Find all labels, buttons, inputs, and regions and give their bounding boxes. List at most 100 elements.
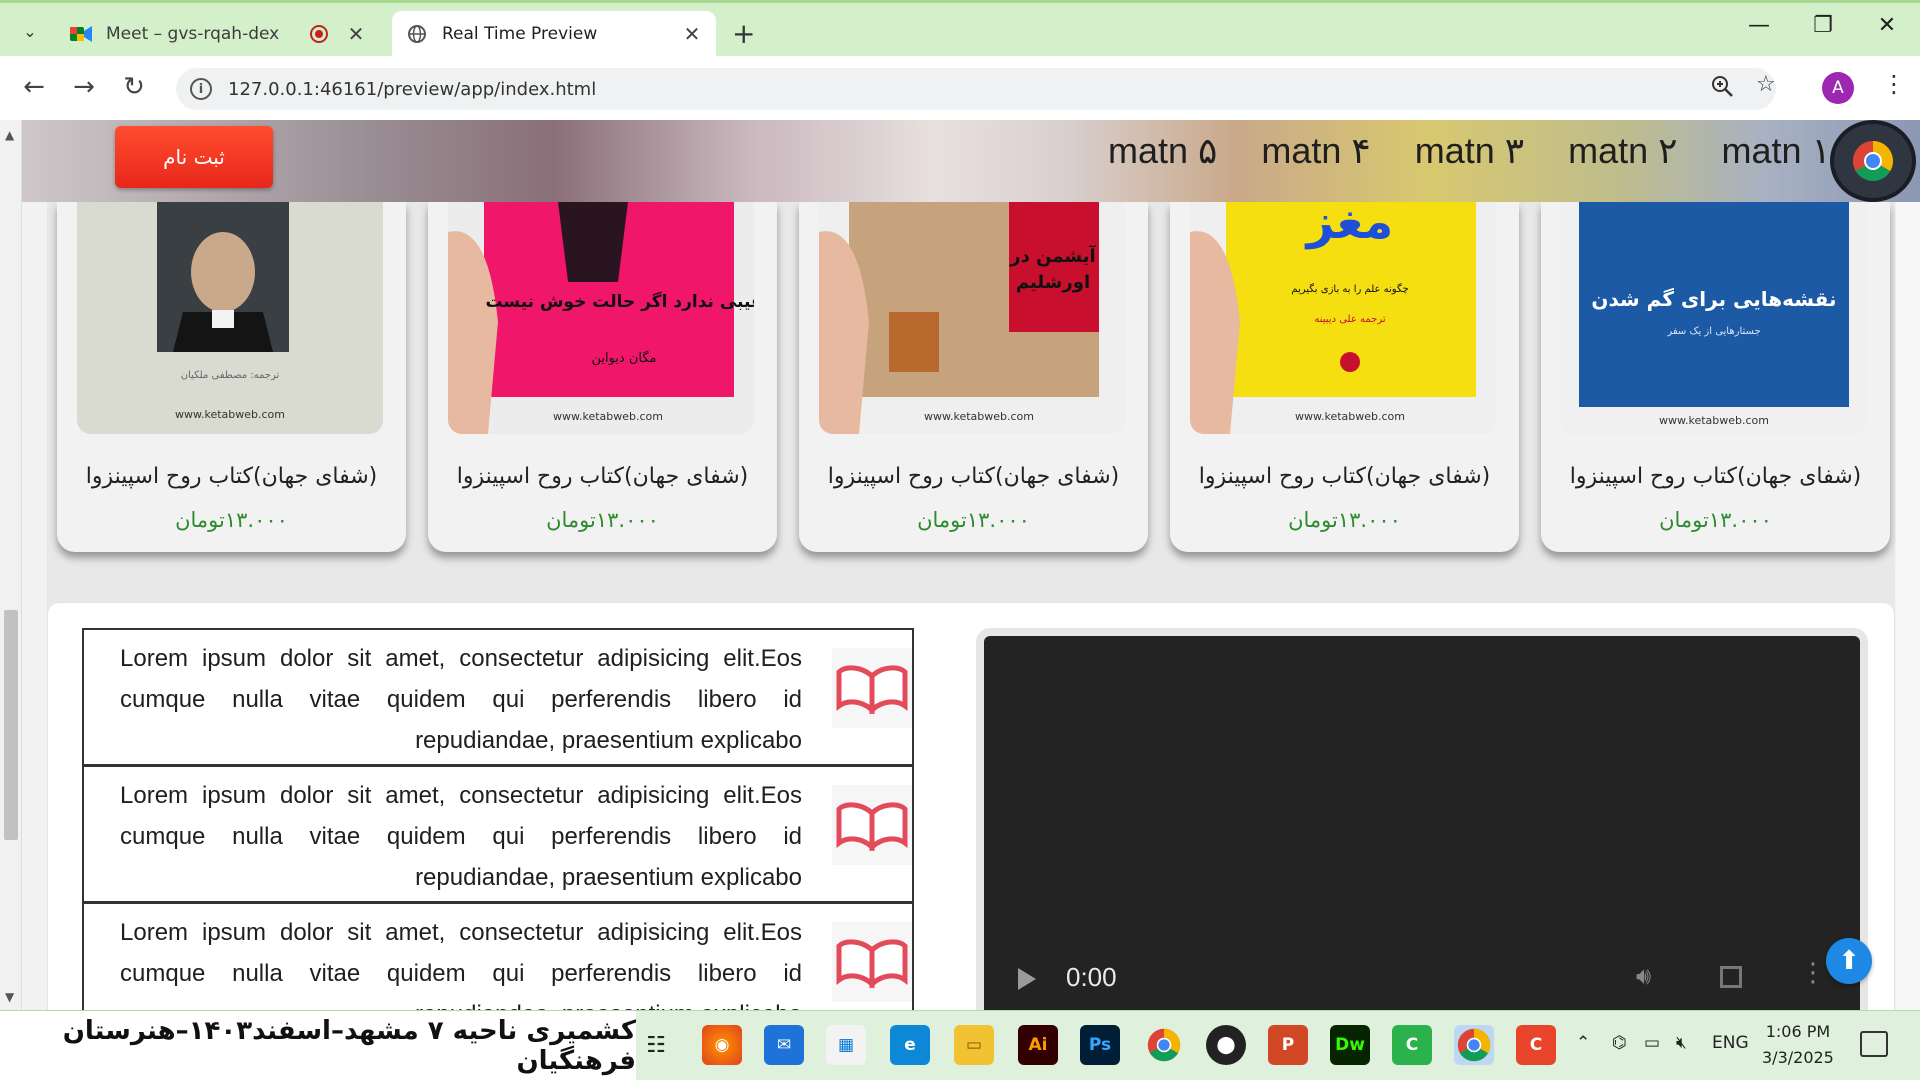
network-icon[interactable]: ⌬: [1612, 1033, 1627, 1053]
restore-icon[interactable]: ❐: [1798, 13, 1848, 38]
book-title: (شفای جهان)کتاب روح اسپینزوا: [456, 464, 749, 489]
tab-title: Real Time Preview: [442, 24, 598, 44]
book-cover: عیبی ندارد اگر حالت خوش نیست مگان دیواین…: [448, 202, 754, 434]
caption-banner: کشمیری ناحیه ۷ مشهد–اسفند۱۴۰۳–هنرستان فر…: [0, 1011, 636, 1080]
new-tab-button[interactable]: +: [732, 17, 755, 50]
menu-item-4[interactable]: matn ۴: [1261, 130, 1370, 172]
clock-date: 3/3/2025: [1762, 1048, 1834, 1067]
scroll-to-top-button[interactable]: ⬆: [1826, 938, 1872, 984]
book-card[interactable]: ترجمه: مصطفی ملکیان www.ketabweb.com (شف…: [57, 202, 406, 552]
site-header: ثبت نام matn ۵ matn ۴ matn ۳ matn ۲ matn…: [22, 120, 1920, 202]
scroll-down-icon[interactable]: ▼: [5, 990, 14, 1004]
zoom-icon[interactable]: [1710, 74, 1734, 104]
book-price: ۱۳.۰۰۰تومان: [917, 508, 1030, 532]
tray-chevron-icon[interactable]: ⌃: [1576, 1033, 1590, 1053]
fullscreen-icon[interactable]: [1720, 966, 1742, 988]
reload-icon[interactable]: ↻: [118, 72, 150, 102]
volume-icon[interactable]: 🔊︎: [1636, 962, 1651, 990]
browser-tab-bar: ⌄ Meet – gvs-rqah-dex ✕ Real Time Previe…: [0, 0, 1920, 57]
clock-time: 1:06 PM: [1765, 1022, 1831, 1041]
browser-menu-icon[interactable]: ⋮: [1882, 70, 1906, 98]
battery-icon[interactable]: ▭: [1644, 1033, 1660, 1053]
illustrator-icon[interactable]: Ai: [1018, 1025, 1058, 1065]
list-item-text: Lorem ipsum dolor sit amet, consectetur …: [120, 782, 802, 891]
page-viewport: ▲ ▼ ترجمه: مصطفی ملکیان www.ketabweb.com…: [0, 120, 1920, 1010]
svg-text:www.ketabweb.com: www.ketabweb.com: [1659, 414, 1769, 427]
video-player[interactable]: 0:00 🔊︎ ⋮: [976, 628, 1868, 1010]
language-indicator[interactable]: ENG: [1712, 1033, 1749, 1053]
mail-icon[interactable]: ✉: [764, 1025, 804, 1065]
dreamweaver-icon[interactable]: Dw: [1330, 1025, 1370, 1065]
tab-real-time-preview[interactable]: Real Time Preview ✕: [392, 11, 716, 57]
minimize-icon[interactable]: —: [1734, 13, 1784, 38]
book-card[interactable]: نقشه‌هایی برای گم شدن جستارهایی از یک سف…: [1541, 202, 1890, 552]
book-card[interactable]: مغز چگونه علم را به بازی بگیریم ترجمه عل…: [1170, 202, 1519, 552]
book-price: ۱۳.۰۰۰تومان: [1659, 508, 1772, 532]
forward-icon[interactable]: →: [68, 72, 100, 102]
book-card[interactable]: آیشمن در اورشلیم www.ketabweb.com (شفای …: [799, 202, 1148, 552]
side-panel-edge: [1896, 120, 1920, 1010]
scrollbar-thumb[interactable]: [4, 610, 18, 840]
windows-taskbar: کشمیری ناحیه ۷ مشهد–اسفند۱۴۰۳–هنرستان فر…: [0, 1010, 1920, 1080]
close-tab-icon[interactable]: ✕: [346, 22, 366, 46]
book-title: (شفای جهان)کتاب روح اسپینزوا: [1569, 464, 1862, 489]
svg-text:آیشمن در: آیشمن در: [1009, 244, 1096, 267]
svg-text:اورشلیم: اورشلیم: [1016, 272, 1090, 293]
book-card[interactable]: عیبی ندارد اگر حالت خوش نیست مگان دیواین…: [428, 202, 777, 552]
powerpoint-icon[interactable]: P: [1268, 1025, 1308, 1065]
scroll-up-icon[interactable]: ▲: [5, 128, 14, 142]
firefox-icon[interactable]: ◉: [702, 1025, 742, 1065]
menu-item-5[interactable]: matn ۵: [1108, 130, 1217, 172]
main-menu: matn ۵ matn ۴ matn ۳ matn ۲ matn ۱: [1086, 130, 1853, 172]
globe-icon: [406, 23, 428, 45]
video-more-icon[interactable]: ⋮: [1800, 958, 1826, 988]
signup-button[interactable]: ثبت نام: [115, 126, 273, 188]
svg-text:ترجمه: مصطفی ملکیان: ترجمه: مصطفی ملکیان: [181, 370, 280, 381]
list-item-text: Lorem ipsum dolor sit amet, consectetur …: [120, 645, 802, 754]
store-icon[interactable]: ▦: [826, 1025, 866, 1065]
chrome-logo-icon[interactable]: [1830, 120, 1916, 202]
svg-text:www.ketabweb.com: www.ketabweb.com: [924, 410, 1034, 423]
video-time: 0:00: [1066, 962, 1117, 992]
book-title: (شفای جهان)کتاب روح اسپینزوا: [827, 464, 1120, 489]
book-cover: نقشه‌هایی برای گم شدن جستارهایی از یک سف…: [1561, 202, 1867, 434]
tab-meet[interactable]: Meet – gvs-rqah-dex ✕: [56, 11, 380, 57]
system-clock[interactable]: 1:06 PM 3/3/2025: [1762, 1019, 1834, 1071]
notification-center-icon[interactable]: [1860, 1031, 1888, 1057]
recording-indicator-icon: [310, 25, 328, 43]
menu-item-3[interactable]: matn ۳: [1415, 130, 1524, 172]
menu-item-1[interactable]: matn ۱: [1722, 130, 1831, 172]
close-tab-icon[interactable]: ✕: [682, 22, 702, 46]
bookmark-star-icon[interactable]: ☆: [1756, 72, 1776, 97]
volume-muted-icon[interactable]: 🔇︎: [1676, 1033, 1687, 1053]
file-explorer-icon[interactable]: ▭: [954, 1025, 994, 1065]
site-info-icon[interactable]: i: [190, 78, 212, 100]
book-cover: ترجمه: مصطفی ملکیان www.ketabweb.com: [77, 202, 383, 434]
chrome-icon[interactable]: [1144, 1025, 1184, 1065]
back-icon[interactable]: ←: [18, 72, 50, 102]
book-cover: مغز چگونه علم را به بازی بگیریم ترجمه عل…: [1190, 202, 1496, 434]
address-bar[interactable]: i 127.0.0.1:46161/preview/app/index.html: [176, 68, 1776, 110]
photoshop-icon[interactable]: Ps: [1080, 1025, 1120, 1065]
maps-pin-icon[interactable]: ⬤: [1206, 1025, 1246, 1065]
video-controls: 0:00 🔊︎ ⋮: [984, 954, 1860, 1010]
book-title: (شفای جهان)کتاب روح اسپینزوا: [85, 464, 378, 489]
screen-recorder-icon[interactable]: C: [1516, 1025, 1556, 1065]
svg-text:چگونه علم را به بازی بگیریم: چگونه علم را به بازی بگیریم: [1291, 283, 1408, 295]
menu-item-2[interactable]: matn ۲: [1568, 130, 1677, 172]
open-book-icon: [832, 922, 912, 1002]
page-scrollbar[interactable]: ▲ ▼: [0, 120, 22, 1010]
close-window-icon[interactable]: ✕: [1862, 13, 1912, 38]
play-icon[interactable]: [1018, 968, 1036, 990]
tab-search-button[interactable]: ⌄: [12, 15, 48, 47]
edge-icon[interactable]: e: [890, 1025, 930, 1065]
camtasia-icon[interactable]: C: [1392, 1025, 1432, 1065]
book-title: (شفای جهان)کتاب روح اسپینزوا: [1198, 464, 1491, 489]
profile-avatar[interactable]: A: [1822, 72, 1854, 104]
meet-icon: [70, 23, 92, 45]
list-item: Lorem ipsum dolor sit amet, consectetur …: [82, 902, 914, 1010]
chrome-profile-icon[interactable]: [1454, 1025, 1494, 1065]
svg-text:ترجمه علی دیبینه: ترجمه علی دیبینه: [1314, 314, 1385, 325]
task-view-icon[interactable]: ☷: [636, 1025, 676, 1065]
browser-toolbar: ← → ↻ i 127.0.0.1:46161/preview/app/inde…: [0, 56, 1920, 120]
